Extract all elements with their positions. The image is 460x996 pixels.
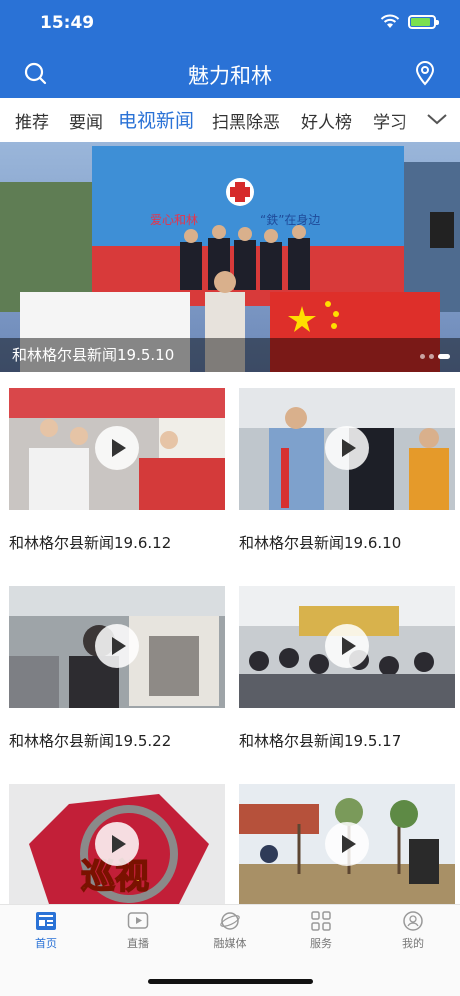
nav-label: 融媒体: [213, 937, 247, 950]
chevron-down-icon[interactable]: [426, 110, 448, 128]
video-card[interactable]: 和林格尔县新闻19.6.12: [9, 388, 225, 552]
news-icon: [36, 912, 56, 930]
status-indicators: [380, 14, 439, 29]
app-header: 15:49 魅力和林: [0, 0, 460, 98]
tab-tuijian[interactable]: 推荐: [15, 108, 49, 133]
video-thumbnail: [9, 388, 225, 510]
video-thumbnail: [239, 586, 455, 708]
grid-service-icon: [311, 911, 331, 931]
video-title: 和林格尔县新闻19.5.17: [239, 732, 402, 750]
location-pin-icon[interactable]: [412, 60, 438, 86]
nav-label: 直播: [127, 937, 149, 950]
live-play-icon: [127, 912, 149, 929]
video-thumbnail: [239, 784, 455, 906]
status-time: 15:49: [40, 13, 95, 33]
app-title: 魅力和林: [188, 64, 272, 88]
tab-saohei-chue[interactable]: 扫黑除恶: [212, 108, 280, 133]
media-globe-icon: [220, 912, 240, 930]
play-icon: [95, 426, 139, 470]
nav-services[interactable]: 服务: [286, 911, 356, 951]
profile-icon: [403, 911, 423, 931]
video-card[interactable]: 和林格尔县新闻19.6.10: [239, 388, 455, 552]
nav-profile[interactable]: 我的: [378, 911, 448, 951]
play-icon: [95, 822, 139, 866]
tab-dianshi-xinwen[interactable]: 电视新闻: [118, 106, 194, 133]
video-card[interactable]: 和林格尔县新闻19.5.17: [239, 586, 455, 750]
video-title: 和林格尔县新闻19.5.22: [9, 732, 172, 750]
wifi-icon: [380, 14, 400, 28]
video-thumbnail: [239, 388, 455, 510]
video-thumbnail: 巡视: [9, 784, 225, 906]
nav-label: 首页: [35, 937, 57, 950]
video-card[interactable]: 巡视: [9, 784, 225, 906]
play-icon: [325, 624, 369, 668]
video-title: 和林格尔县新闻19.6.12: [9, 534, 172, 552]
stage-text-right: “鉄”在身边: [260, 212, 320, 227]
category-tabs: 推荐 要闻 电视新闻 扫黑除恶 好人榜 学习: [0, 98, 460, 142]
play-icon: [95, 624, 139, 668]
video-card[interactable]: [239, 784, 455, 906]
banner-caption: 和林格尔县新闻19.5.10: [0, 338, 460, 372]
stage-text-left: 爱心和林: [150, 213, 198, 227]
nav-home[interactable]: 首页: [11, 911, 81, 951]
play-icon: [325, 426, 369, 470]
video-title: 和林格尔县新闻19.6.10: [239, 534, 402, 552]
nav-label: 服务: [310, 937, 332, 950]
nav-label: 我的: [402, 937, 424, 950]
nav-live[interactable]: 直播: [103, 911, 173, 951]
tab-yaowen[interactable]: 要闻: [69, 108, 103, 133]
video-thumbnail: [9, 586, 225, 708]
video-card[interactable]: 和林格尔县新闻19.5.22: [9, 586, 225, 750]
play-icon: [325, 822, 369, 866]
home-indicator[interactable]: [148, 979, 313, 984]
carousel-indicator: [420, 354, 450, 359]
featured-banner[interactable]: 爱心和林 “鉄”在身边 和林格尔县新闻19.5.10: [0, 142, 460, 372]
nav-media[interactable]: 融媒体: [195, 911, 265, 951]
tab-haoren-bang[interactable]: 好人榜: [301, 108, 352, 133]
battery-icon: [408, 14, 439, 29]
